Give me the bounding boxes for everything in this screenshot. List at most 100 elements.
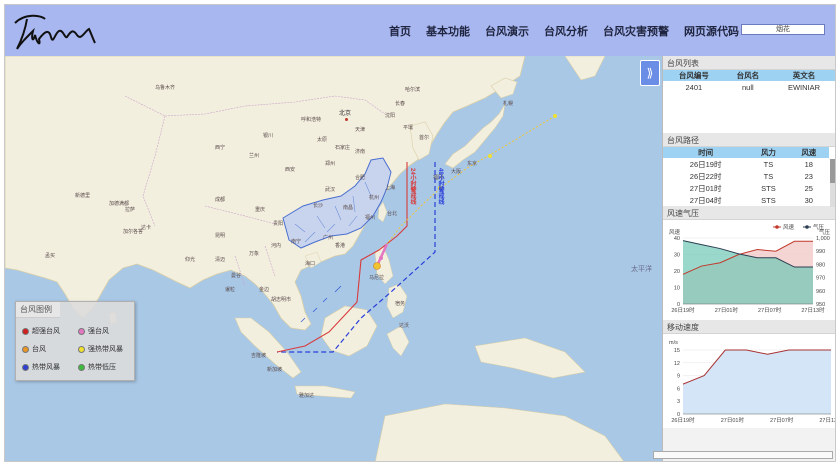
table-cell: 26日22时 — [689, 171, 722, 181]
city-label: 宿务 — [395, 301, 406, 307]
panel-toggle-icon[interactable]: ⟫ — [640, 60, 660, 86]
path-scrollbar[interactable] — [830, 159, 835, 207]
city-label: 武汉 — [325, 187, 336, 193]
city-label: 石家庄 — [335, 145, 351, 151]
city-label: 新德里 — [75, 193, 91, 199]
table-cell: 26日19时 — [689, 159, 722, 169]
city-label: 银川 — [263, 133, 274, 139]
city-label: 昆明 — [215, 233, 226, 239]
y-tick-label-left: 40 — [674, 236, 680, 242]
column-header: 风速 — [788, 147, 829, 158]
scrollbar-thumb[interactable] — [830, 159, 835, 183]
city-label: 成都 — [215, 197, 226, 203]
x-tick-label: 27日07时 — [758, 306, 782, 314]
x-tick-label: 27日13时 — [801, 306, 825, 314]
table-cell: TS — [763, 171, 774, 181]
column-header: 英文名 — [770, 70, 835, 81]
legend-marker-pressure — [805, 225, 809, 229]
table-cell: TS — [763, 159, 774, 169]
x-tick-label: 27日01时 — [721, 416, 745, 424]
city-label: 沈阳 — [385, 113, 396, 119]
y-tick-label: 6 — [677, 386, 680, 392]
info-panel: 台风列表 台风编号 台风名 英文名 2401 null EWINIAR 台风路径… — [662, 56, 835, 461]
legend-label-wind: 风速 — [783, 224, 795, 231]
legend-label-pressure: 气压 — [813, 223, 825, 231]
table-cell: 27日01时 — [689, 183, 722, 193]
typhoon-legend: 台风图例 超强台风 强台风 台风 强热带风暴 热带风暴 热带低压 — [15, 301, 135, 381]
search-input[interactable]: 烟花 — [741, 24, 825, 35]
city-label: 郑州 — [325, 161, 336, 167]
city-label: 济南 — [355, 149, 366, 155]
y-tick-label-right: 970 — [816, 276, 825, 282]
city-label: 首尔 — [419, 135, 430, 141]
city-label: 合肥 — [355, 175, 366, 181]
column-header: 台风编号 — [663, 70, 725, 81]
nav-disaster-warning[interactable]: 台风灾害预警 — [603, 23, 669, 39]
legend-item: 强热带风暴 — [78, 344, 123, 354]
legend-item: 台风 — [22, 344, 46, 354]
legend-title: 台风图例 — [16, 302, 60, 318]
table-row[interactable]: 27日04时 STS 30 — [663, 194, 829, 206]
y-tick-label-right: 990 — [816, 249, 825, 255]
typhoon-logo[interactable] — [11, 9, 99, 53]
header-bar: 首页 基本功能 台风演示 台风分析 台风灾害预警 网页源代码 烟花 — [5, 5, 835, 56]
city-label: 清迈 — [215, 257, 226, 263]
city-label: 加尔各答 — [123, 229, 144, 235]
table-cell: STS — [761, 195, 776, 205]
x-tick-label: 27日07时 — [770, 416, 794, 424]
city-label: 长春 — [395, 101, 406, 107]
table-row[interactable]: 26日22时 TS 23 — [663, 170, 829, 182]
city-label: 贵阳 — [273, 221, 284, 227]
city-label: 海口 — [305, 261, 316, 267]
city-label: 拉萨 — [125, 207, 136, 213]
x-tick-label: 26日19时 — [671, 416, 695, 424]
move-speed-title: 移动速度 — [663, 320, 835, 334]
table-header: 时间 风力 风速 — [663, 147, 829, 158]
city-label: 加德满都 — [109, 201, 130, 207]
wind-pressure-title: 风速气压 — [663, 206, 835, 220]
legend-item: 热带低压 — [78, 362, 116, 372]
city-label: 南宁 — [291, 239, 302, 245]
y-tick-label: 3 — [677, 399, 680, 405]
city-label: 马尼拉 — [369, 275, 385, 281]
y-tick-label-left: 10 — [674, 286, 680, 292]
wind-pressure-chart: 风速 气压 风速 气压 40 30 20 10 0 1,000 990 980 970 960 950 26日… — [663, 220, 835, 320]
city-label: 西安 — [285, 167, 296, 173]
table-row[interactable]: 27日01时 STS 25 — [663, 182, 829, 194]
legend-label: 超强台风 — [32, 328, 60, 335]
column-header: 风力 — [748, 147, 789, 158]
table-cell: null — [741, 82, 754, 92]
table-row[interactable]: 2401 null EWINIAR — [663, 81, 835, 93]
table-cell: 23 — [804, 171, 813, 181]
legend-label: 热带风暴 — [32, 364, 60, 371]
city-label: 孟买 — [45, 253, 56, 259]
horizontal-scrollbar[interactable] — [653, 451, 833, 459]
city-marker[interactable] — [345, 118, 348, 121]
move-speed-svg: m/s1512963026日19时27日01时27日07时27日13时 — [669, 340, 835, 424]
main-nav: 首页 基本功能 台风演示 台风分析 台风灾害预警 网页源代码 — [389, 23, 754, 39]
y-tick-label-right: 980 — [816, 262, 825, 268]
y-tick-label-left: 30 — [674, 253, 680, 259]
city-label: 万象 — [249, 251, 260, 257]
wind-pressure-svg: 风速 气压风速 气压4030201001,00099098097096095026日… — [669, 223, 831, 314]
y-tick-label: 15 — [674, 348, 680, 354]
legend-label: 台风 — [32, 346, 46, 353]
city-label: 曼谷 — [231, 273, 242, 279]
table-row[interactable]: 26日19时 TS 18 — [663, 158, 829, 170]
nav-home[interactable]: 首页 — [389, 23, 411, 39]
nav-typhoon-demo[interactable]: 台风演示 — [485, 23, 529, 39]
nav-basic-functions[interactable]: 基本功能 — [426, 23, 470, 39]
list-spacer — [663, 93, 835, 133]
city-label: 西宁 — [215, 145, 226, 151]
city-label: 吉隆坡 — [251, 353, 267, 359]
nav-typhoon-analysis[interactable]: 台风分析 — [544, 23, 588, 39]
app-window: 首页 基本功能 台风演示 台风分析 台风灾害预警 网页源代码 烟花 北京 乌鲁木… — [4, 4, 836, 462]
legend-label: 热带低压 — [88, 364, 116, 371]
y-axis-label-left: 风速 — [669, 229, 681, 236]
legend-label: 强热带风暴 — [88, 346, 123, 353]
nav-source-code[interactable]: 网页源代码 — [684, 23, 739, 39]
warning-line-48h-label: 48小时警戒线 — [437, 168, 443, 205]
typhoon-path-title: 台风路径 — [663, 133, 835, 147]
city-label: 长沙 — [313, 203, 324, 209]
table-header: 台风编号 台风名 英文名 — [663, 70, 835, 81]
